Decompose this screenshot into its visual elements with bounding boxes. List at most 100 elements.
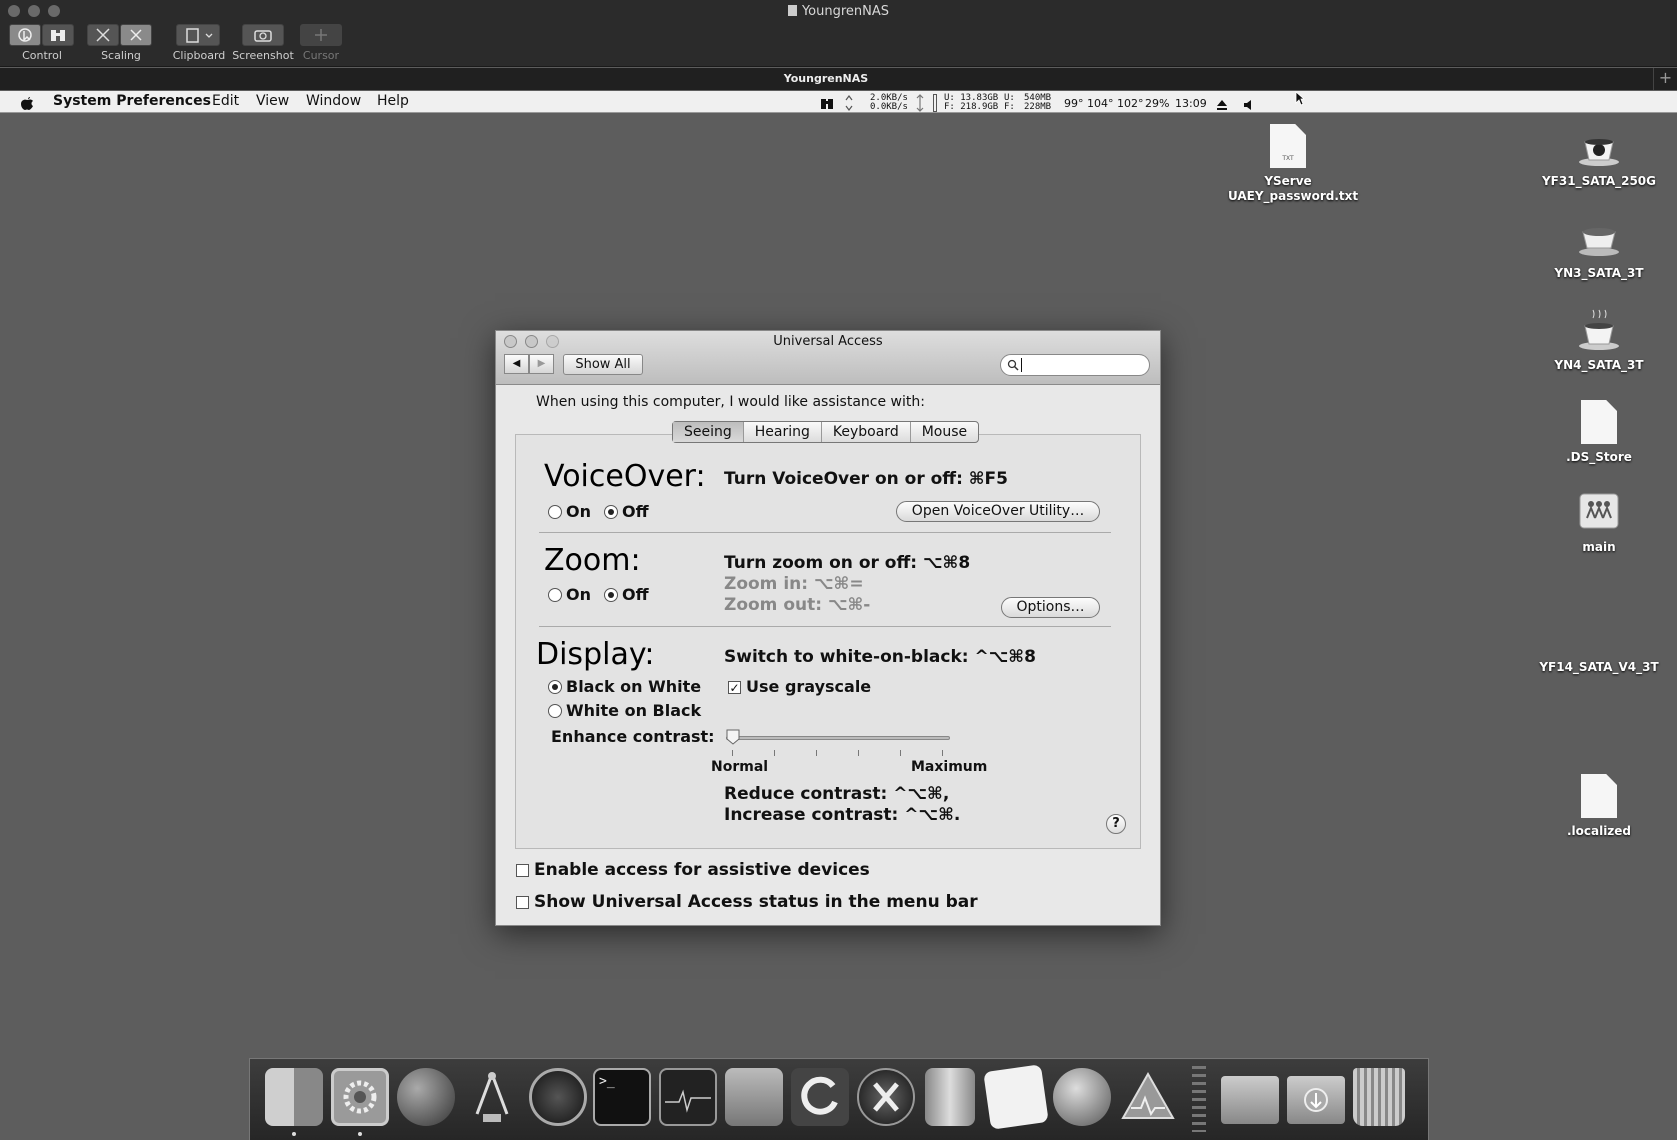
tab-mouse[interactable]: Mouse — [911, 422, 978, 442]
display-heading: Display: — [536, 637, 655, 672]
folder-icon[interactable] — [1221, 1076, 1279, 1124]
voiceover-off-radio[interactable] — [604, 505, 618, 519]
finder-icon[interactable] — [265, 1068, 323, 1126]
dock-divider — [1192, 1066, 1206, 1132]
use-grayscale-checkbox[interactable]: ✓ — [728, 681, 741, 694]
contrast-slider-track[interactable] — [726, 736, 950, 740]
collapse-icon — [130, 29, 142, 41]
disk-utility-icon[interactable] — [725, 1068, 783, 1126]
voiceover-on-radio[interactable] — [548, 505, 562, 519]
x-icon[interactable] — [857, 1068, 915, 1126]
globe-icon[interactable] — [1053, 1068, 1111, 1126]
drive-label: YN3_SATA_3T — [1554, 266, 1644, 280]
terminal-icon[interactable]: >_ — [593, 1068, 651, 1126]
network-share-icon — [1577, 490, 1621, 534]
scaling-actual-button[interactable] — [120, 24, 152, 46]
help-button[interactable]: ? — [1106, 814, 1126, 834]
window-title: Universal Access — [773, 334, 883, 349]
memory-free: 228MB — [1024, 102, 1052, 112]
zoom-out-shortcut: Zoom out: ⌥⌘- — [724, 595, 871, 615]
desktop-drive-yf14[interactable]: YF14_SATA_V4_3T — [1539, 660, 1659, 675]
volume-icon[interactable] — [1243, 96, 1253, 115]
contrast-slider-ticks — [726, 750, 950, 756]
desktop-file-password-txt[interactable]: TXT YServe UAEY_password.txt — [1228, 124, 1358, 204]
desktop-drive-main[interactable]: main — [1539, 490, 1659, 555]
control-cursor-button[interactable] — [9, 24, 41, 46]
disk-free-label: F: — [944, 102, 955, 112]
binoculars-status-icon[interactable] — [819, 95, 835, 114]
network-globe-icon[interactable] — [397, 1068, 455, 1126]
coffee-cup-drive-icon — [1577, 216, 1621, 260]
forward-arrow-icon: ▶ — [537, 358, 546, 369]
cursor-button[interactable] — [300, 24, 342, 46]
tab-hearing[interactable]: Hearing — [744, 422, 822, 442]
scaling-fit-button[interactable] — [87, 24, 119, 46]
console-icon[interactable] — [1119, 1068, 1177, 1126]
show-status-menu-checkbox[interactable] — [516, 896, 529, 909]
intro-text: When using this computer, I would like a… — [536, 394, 925, 410]
control-binoculars-button[interactable] — [42, 24, 74, 46]
drive-label: main — [1582, 540, 1616, 554]
archive-icon[interactable] — [925, 1068, 975, 1126]
tab-youngrennas[interactable]: YoungrenNAS — [0, 72, 1652, 85]
zoom-options-button[interactable]: Options… — [1001, 597, 1100, 618]
apple-menu-icon[interactable] — [19, 94, 35, 115]
desktop-file-ds-store[interactable]: .DS_Store — [1539, 400, 1659, 465]
clipboard-label: Clipboard — [172, 49, 226, 62]
gear-icon — [343, 1080, 377, 1114]
forward-button[interactable]: ▶ — [529, 354, 554, 374]
disk-activity-icon — [916, 94, 924, 116]
clock[interactable]: 13:09 — [1175, 97, 1207, 110]
desktop-drive-yn3[interactable]: YN3_SATA_3T — [1539, 216, 1659, 281]
textedit-icon[interactable] — [983, 1064, 1049, 1130]
tab-seeing[interactable]: Seeing — [673, 422, 744, 442]
screenshot-button[interactable] — [242, 24, 284, 46]
white-on-black-label: White on Black — [566, 701, 702, 720]
refresh-icon[interactable] — [791, 1068, 849, 1126]
menu-edit[interactable]: Edit — [212, 93, 239, 109]
scaling-label: Scaling — [101, 49, 141, 62]
desktop-drive-yf31[interactable]: YF31_SATA_250G — [1539, 124, 1659, 189]
blank-document-icon — [1581, 400, 1617, 444]
contrast-slider-thumb[interactable] — [726, 729, 740, 745]
temperatures: 99° 104° 102° — [1064, 97, 1144, 110]
slider-tick — [816, 750, 817, 756]
steaming-cup-drive-icon — [1577, 308, 1621, 352]
radar-icon[interactable] — [529, 1068, 587, 1126]
new-tab-button[interactable]: + — [1653, 68, 1677, 90]
downloads-folder-icon[interactable] — [1287, 1076, 1345, 1124]
control-label: Control — [22, 49, 62, 62]
compass-icon[interactable] — [463, 1068, 521, 1126]
menu-window[interactable]: Window — [306, 93, 361, 109]
contrast-max-label: Maximum — [911, 759, 988, 775]
zoom-on-radio[interactable] — [548, 588, 562, 602]
eject-icon[interactable] — [1216, 96, 1228, 115]
network-down-rate: 0.0KB/s — [870, 102, 908, 112]
desktop-file-localized[interactable]: .localized — [1539, 774, 1659, 839]
enable-assistive-devices-checkbox[interactable] — [516, 864, 529, 877]
drive-label: YF14_SATA_V4_3T — [1539, 660, 1659, 674]
desktop-drive-yn4[interactable]: YN4_SATA_3T — [1539, 308, 1659, 373]
slider-tick — [732, 750, 733, 756]
activity-monitor-icon[interactable] — [659, 1068, 717, 1126]
trash-icon[interactable] — [1353, 1068, 1405, 1126]
black-on-white-radio[interactable] — [548, 680, 562, 694]
show-all-button[interactable]: Show All — [563, 354, 643, 375]
white-on-black-radio[interactable] — [548, 704, 562, 718]
memory-free-label: F: — [1004, 102, 1015, 112]
menu-help[interactable]: Help — [377, 93, 409, 109]
back-arrow-icon: ◀ — [512, 358, 521, 369]
search-field[interactable] — [1000, 354, 1150, 376]
menu-bar — [0, 91, 1677, 113]
menu-view[interactable]: View — [256, 93, 289, 109]
black-on-white-label: Black on White — [566, 677, 702, 696]
slider-tick — [858, 750, 859, 756]
menu-system-preferences[interactable]: System Preferences — [53, 93, 211, 109]
tab-keyboard[interactable]: Keyboard — [822, 422, 911, 442]
zoom-off-radio[interactable] — [604, 588, 618, 602]
universal-access-window: Universal Access ◀ ▶ Show All When using… — [495, 330, 1161, 926]
clipboard-button[interactable] — [176, 24, 220, 46]
system-preferences-icon[interactable] — [331, 1068, 389, 1126]
back-button[interactable]: ◀ — [504, 354, 529, 374]
open-voiceover-utility-button[interactable]: Open VoiceOver Utility… — [896, 501, 1100, 522]
